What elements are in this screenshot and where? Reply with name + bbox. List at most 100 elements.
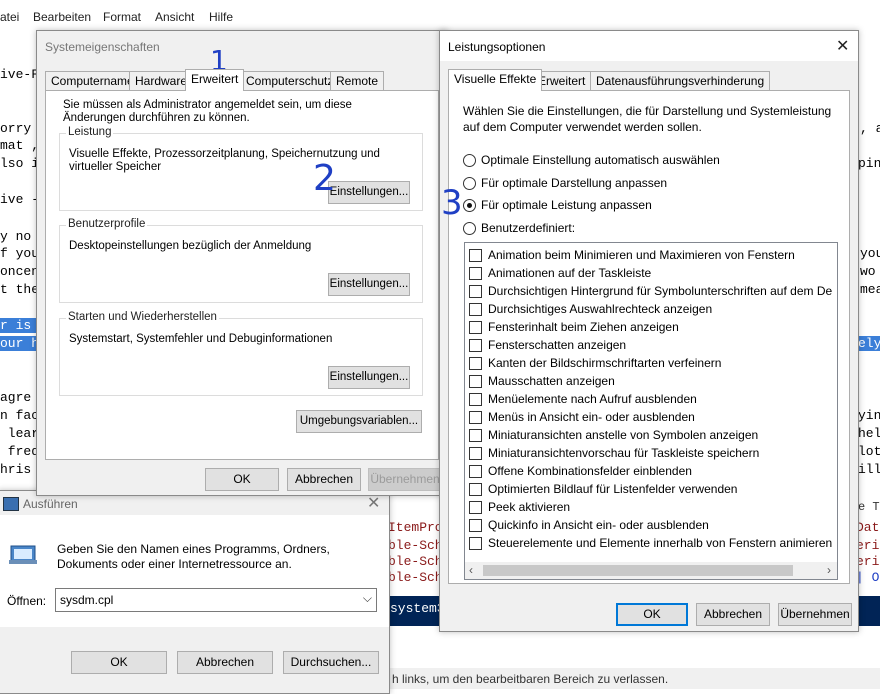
- horizontal-scrollbar[interactable]: ‹ ›: [465, 562, 837, 579]
- effect-checkbox-row[interactable]: Animation beim Minimieren und Maximieren…: [469, 246, 795, 264]
- menu-format[interactable]: Format: [103, 10, 141, 24]
- effect-label: Optimierten Bildlauf für Listenfelder ve…: [488, 482, 738, 496]
- radio-auto[interactable]: Optimale Einstellung automatisch auswähl…: [463, 153, 720, 167]
- radio-best-performance[interactable]: Für optimale Leistung anpassen: [463, 198, 652, 212]
- open-input[interactable]: sysdm.cpl: [60, 593, 113, 607]
- run-cancel-button[interactable]: Abbrechen: [177, 651, 273, 674]
- profiles-settings-button[interactable]: Einstellungen...: [328, 273, 410, 296]
- effect-label: Miniaturansichtenvorschau für Taskleiste…: [488, 446, 760, 460]
- run-body: Geben Sie den Namen eines Programms, Ord…: [0, 515, 389, 627]
- checkbox[interactable]: [469, 266, 482, 280]
- checkbox[interactable]: [469, 464, 482, 478]
- effect-checkbox-row[interactable]: Fensterinhalt beim Ziehen anzeigen: [469, 318, 679, 336]
- effect-label: Durchsichtigen Hintergrund für Symbolunt…: [488, 284, 833, 298]
- effect-checkbox-row[interactable]: Peek aktivieren: [469, 498, 570, 516]
- checkbox[interactable]: [469, 536, 482, 550]
- radio-circle[interactable]: [463, 176, 476, 190]
- environment-variables-button[interactable]: Umgebungsvariablen...: [296, 410, 422, 433]
- menu-view[interactable]: Ansicht: [155, 10, 194, 24]
- tab-remote[interactable]: Remote: [330, 71, 385, 90]
- checkbox[interactable]: [469, 302, 482, 316]
- editor-line-right: wo: [860, 264, 876, 279]
- checkbox[interactable]: [469, 428, 482, 442]
- effect-checkbox-row[interactable]: Kanten der Bildschirmschriftarten verfei…: [469, 354, 721, 372]
- radio-circle[interactable]: [463, 153, 476, 167]
- checkbox[interactable]: [469, 284, 482, 298]
- startup-settings-button[interactable]: Einstellungen...: [328, 366, 410, 389]
- scroll-right-icon[interactable]: ›: [827, 563, 831, 577]
- checkbox[interactable]: [469, 248, 482, 262]
- effect-checkbox-row[interactable]: Miniaturansichtenvorschau für Taskleiste…: [469, 444, 759, 462]
- group-profiles-label: Benutzerprofile: [66, 218, 148, 230]
- code-line-right: e T: [858, 500, 880, 514]
- group-user-profiles: Benutzerprofile Desktopeinstellungen bez…: [59, 218, 423, 303]
- menu-help[interactable]: Hilfe: [209, 10, 233, 24]
- radio-best-appearance[interactable]: Für optimale Darstellung anpassen: [463, 176, 667, 190]
- effect-checkbox-row[interactable]: Optimierten Bildlauf für Listenfelder ve…: [469, 480, 737, 498]
- radio-circle[interactable]: [463, 221, 476, 235]
- editor-line: f you: [0, 246, 40, 261]
- group-startup-label: Starten und Wiederherstellen: [66, 311, 219, 323]
- close-icon[interactable]: ✕: [836, 36, 849, 56]
- effect-checkbox-row[interactable]: Fensterschatten anzeigen: [469, 336, 626, 354]
- tab-hardware[interactable]: Hardware: [129, 71, 194, 90]
- menu-edit[interactable]: Bearbeiten: [33, 10, 91, 24]
- sysprops-ok-button[interactable]: OK: [205, 468, 279, 491]
- perf-ok-button[interactable]: OK: [616, 603, 688, 626]
- tab-computerschutz[interactable]: Computerschutz: [240, 71, 340, 90]
- editor-line: t the: [0, 282, 40, 297]
- radio-custom-label: Benutzerdefiniert:: [481, 221, 576, 235]
- code-line: ble-Sch: [388, 570, 443, 585]
- menu-file[interactable]: atei: [0, 10, 19, 24]
- checkbox[interactable]: [469, 410, 482, 424]
- checkbox[interactable]: [469, 320, 482, 334]
- background-blank: [388, 626, 880, 668]
- background-window-right: e T Data eri eri | O: [856, 492, 880, 612]
- checkbox[interactable]: [469, 356, 482, 370]
- effect-checkbox-row[interactable]: Durchsichtigen Hintergrund für Symbolunt…: [469, 282, 832, 300]
- checkbox[interactable]: [469, 500, 482, 514]
- scroll-left-icon[interactable]: ‹: [469, 563, 473, 577]
- perf-apply-button[interactable]: Übernehmen: [778, 603, 852, 626]
- run-ok-button[interactable]: OK: [71, 651, 167, 674]
- editor-line-right: ying: [858, 408, 880, 423]
- tab-visual-effects[interactable]: Visuelle Effekte: [448, 69, 543, 91]
- effect-checkbox-row[interactable]: Quickinfo in Ansicht ein- oder ausblende…: [469, 516, 709, 534]
- checkbox[interactable]: [469, 446, 482, 460]
- effect-checkbox-row[interactable]: Miniaturansichten anstelle von Symbolen …: [469, 426, 758, 444]
- effect-checkbox-row[interactable]: Mausschatten anzeigen: [469, 372, 615, 390]
- effect-checkbox-row[interactable]: Steuerelemente und Elemente innerhalb vo…: [469, 534, 832, 552]
- sysprops-cancel-button[interactable]: Abbrechen: [287, 468, 361, 491]
- effect-checkbox-row[interactable]: Menüs in Ansicht ein- oder ausblenden: [469, 408, 695, 426]
- effect-label: Fensterinhalt beim Ziehen anzeigen: [488, 320, 679, 334]
- run-browse-button[interactable]: Durchsuchen...: [283, 651, 379, 674]
- editor-line-selected: our h: [0, 336, 40, 351]
- checkbox[interactable]: [469, 482, 482, 496]
- group-performance-label: Leistung: [66, 126, 114, 138]
- checkbox[interactable]: [469, 338, 482, 352]
- checkbox[interactable]: [469, 392, 482, 406]
- effects-listbox[interactable]: Animation beim Minimieren und Maximieren…: [464, 242, 838, 580]
- effect-checkbox-row[interactable]: Menüelemente nach Aufruf ausblenden: [469, 390, 697, 408]
- effect-label: Fensterschatten anzeigen: [488, 338, 627, 352]
- effect-checkbox-row[interactable]: Durchsichtiges Auswahlrechteck anzeigen: [469, 300, 712, 318]
- radio-circle-selected[interactable]: [463, 198, 476, 212]
- sysprops-apply-button[interactable]: Übernehmen: [368, 468, 442, 491]
- perf-cancel-button[interactable]: Abbrechen: [696, 603, 770, 626]
- chevron-down-icon[interactable]: ⌵: [363, 591, 372, 606]
- performance-settings-button[interactable]: Einstellungen...: [328, 181, 410, 204]
- open-combobox[interactable]: sysdm.cpl ⌵: [55, 588, 377, 612]
- code-line-right: eri: [856, 538, 880, 553]
- tab-computername[interactable]: Computername: [45, 71, 140, 90]
- checkbox[interactable]: [469, 374, 482, 388]
- editor-line-right: lot: [858, 444, 880, 459]
- tab-dep[interactable]: Datenausführungsverhinderung: [590, 71, 771, 90]
- perf-title: Leistungsoptionen: [448, 40, 546, 54]
- checkbox[interactable]: [469, 518, 482, 532]
- tab-erweitert[interactable]: Erweitert: [185, 69, 245, 91]
- close-icon[interactable]: ✕: [367, 493, 380, 513]
- radio-custom[interactable]: Benutzerdefiniert:: [463, 221, 575, 235]
- effect-checkbox-row[interactable]: Animationen auf der Taskleiste: [469, 264, 651, 282]
- effect-checkbox-row[interactable]: Offene Kombinationsfelder einblenden: [469, 462, 692, 480]
- scrollbar-thumb[interactable]: [483, 565, 793, 576]
